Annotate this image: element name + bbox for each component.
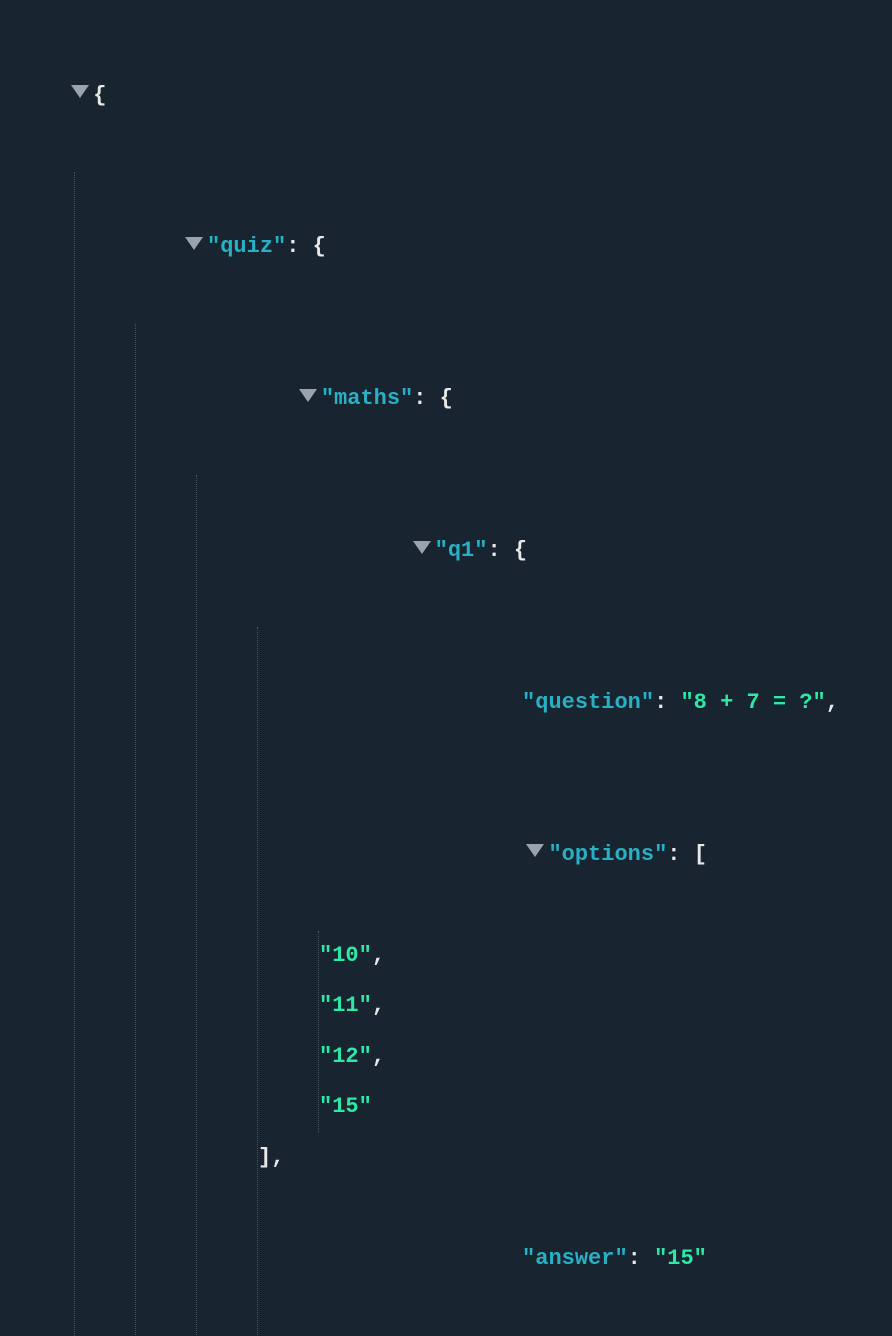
value-answer: "15": [654, 1246, 707, 1271]
q1-open-row: "q1": {: [197, 475, 878, 627]
comma: ,: [826, 690, 839, 715]
key-question: "question": [522, 690, 654, 715]
comma: ,: [372, 1044, 385, 1069]
array-value: "10": [319, 943, 372, 968]
chevron-down-icon[interactable]: [299, 389, 317, 402]
chevron-down-icon[interactable]: [526, 844, 544, 857]
key-quiz: "quiz": [207, 234, 286, 259]
node-root: { "quiz": { "maths": {: [14, 20, 878, 1336]
node-q1-options: "options": [ "10", "11", "12", "15": [258, 779, 878, 1184]
q1-option-1: "11",: [319, 981, 878, 1032]
array-value: "15": [319, 1094, 372, 1119]
node-quiz: "quiz": { "maths": { "q1": {: [75, 172, 878, 1336]
q1-option-3: "15": [319, 1082, 878, 1133]
q1-answer-row: "answer": "15": [258, 1184, 878, 1336]
array-value: "11": [319, 993, 372, 1018]
brace-open: {: [93, 83, 106, 108]
brace-open: {: [514, 538, 527, 563]
array-value: "12": [319, 1044, 372, 1069]
q1-options-open-row: "options": [: [258, 779, 878, 931]
key-q1: "q1": [435, 538, 488, 563]
root-open-row: {: [14, 20, 878, 172]
colon: :: [628, 1246, 641, 1271]
colon: :: [286, 234, 299, 259]
chevron-down-icon[interactable]: [413, 541, 431, 554]
bracket-close: ],: [258, 1145, 284, 1170]
node-q1: "q1": { "question": "8 + 7 = ?",: [197, 475, 878, 1336]
json-tree-viewer: { "quiz": { "maths": {: [0, 0, 892, 1336]
key-options: "options": [548, 842, 667, 867]
q1-option-0: "10",: [319, 931, 878, 982]
q1-options-close-row: ],: [258, 1133, 878, 1184]
colon: :: [654, 690, 667, 715]
value-question: "8 + 7 = ?": [680, 690, 825, 715]
quiz-open-row: "quiz": {: [75, 172, 878, 324]
q1-question-row: "question": "8 + 7 = ?",: [258, 627, 878, 779]
chevron-down-icon[interactable]: [185, 237, 203, 250]
q1-option-2: "12",: [319, 1032, 878, 1083]
chevron-down-icon[interactable]: [71, 85, 89, 98]
colon: :: [413, 386, 426, 411]
brace-open: {: [313, 234, 326, 259]
key-maths: "maths": [321, 386, 413, 411]
key-answer: "answer": [522, 1246, 628, 1271]
comma: ,: [372, 993, 385, 1018]
colon: :: [487, 538, 500, 563]
bracket-open: [: [694, 842, 707, 867]
brace-open: {: [440, 386, 453, 411]
node-maths: "maths": { "q1": {: [136, 324, 878, 1336]
colon: :: [667, 842, 680, 867]
comma: ,: [372, 943, 385, 968]
maths-open-row: "maths": {: [136, 324, 878, 476]
